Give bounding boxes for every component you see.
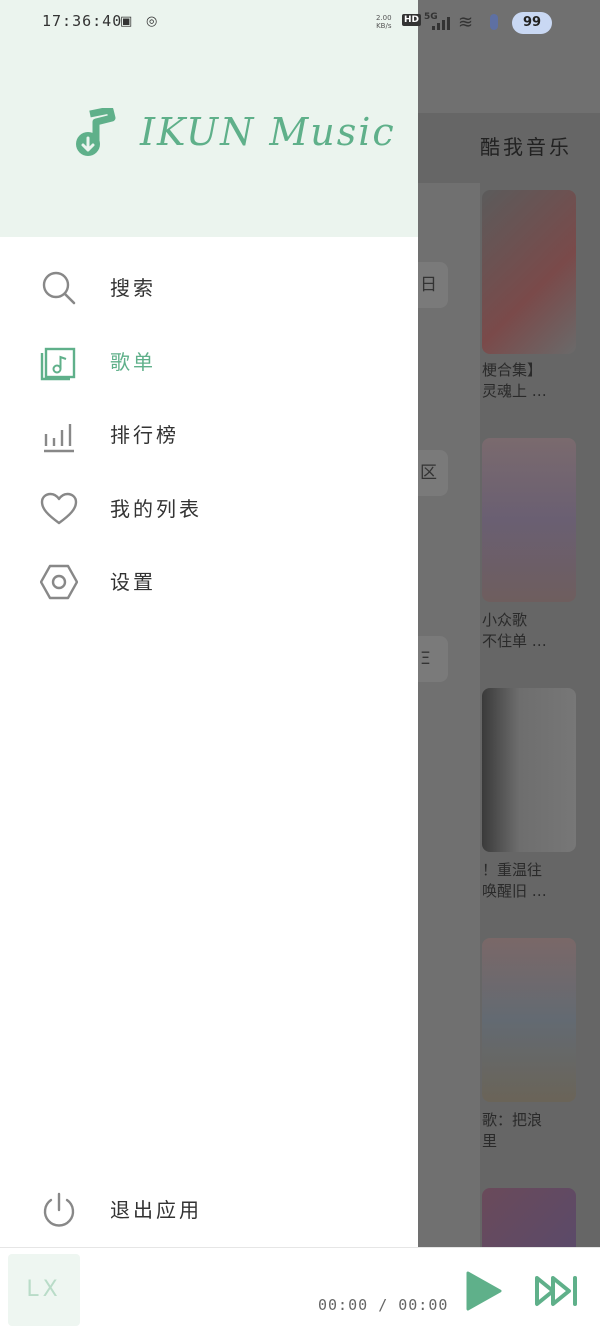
menu-item-label: 搜索	[110, 276, 156, 300]
caption-line: 里	[482, 1132, 498, 1150]
album-cover[interactable]: LX	[8, 1254, 80, 1326]
caption-line: 唤醒旧 …	[482, 882, 547, 900]
caption-line: 歌：把浪	[482, 1111, 543, 1129]
play-icon	[466, 1271, 502, 1311]
playlist-icon	[40, 347, 76, 380]
caption-line: 梗合集】	[482, 361, 543, 379]
background-title: 酷我音乐	[480, 135, 572, 159]
playlist-cover	[482, 190, 576, 354]
power-icon	[43, 1192, 75, 1227]
background-page: 酷我音乐 日 区 Ξ 梗合集】 灵魂上 … 小众歌 不住单 … ！重温往 唤醒旧…	[418, 0, 600, 1333]
play-button[interactable]	[462, 1270, 504, 1312]
notification-music-icon: ◎	[146, 14, 158, 29]
navigation-drawer: IKUN Music 搜索 歌单 排行榜 我的列表 设置 退出应用	[0, 0, 418, 1247]
menu-item-leaderboard[interactable]: 排行榜	[0, 397, 418, 471]
wifi-icon: ≋	[458, 12, 474, 33]
category-chip: 区	[418, 450, 448, 496]
menu-item-label: 设置	[110, 570, 156, 594]
next-track-icon	[535, 1276, 577, 1306]
net-speed-unit: KB/s	[376, 22, 392, 30]
playlist-cover	[482, 438, 576, 602]
caption-line: 灵魂上 …	[482, 382, 547, 400]
status-time: 17:36:40	[42, 12, 123, 30]
app-name: IKUN Music	[140, 110, 396, 154]
notification-cube-icon: ▣	[120, 14, 133, 29]
net-speed-value: 2.00	[376, 14, 392, 22]
playlist-cover	[482, 688, 576, 852]
signal-icon	[432, 16, 452, 30]
playlist-cover	[482, 938, 576, 1102]
net-speed: 2.00 KB/s	[376, 14, 392, 30]
player-bar: LX 00:00 / 00:00	[0, 1247, 600, 1333]
exit-app-button[interactable]: 退出应用	[0, 1172, 418, 1245]
menu-item-playlist[interactable]: 歌单	[0, 324, 418, 398]
leaderboard-icon	[44, 424, 74, 453]
caption-line: 小众歌	[482, 611, 528, 629]
playlist-caption: 梗合集】 灵魂上 …	[482, 360, 600, 402]
bluetooth-icon	[490, 14, 498, 30]
menu-item-search[interactable]: 搜索	[0, 250, 418, 324]
playback-time: 00:00 / 00:00	[318, 1296, 448, 1314]
playlist-caption: 歌：把浪 里	[482, 1110, 600, 1152]
status-bar: 17:36:40 ▣ ◎ 2.00 KB/s HD 5G ≋ 99	[0, 0, 600, 46]
menu-item-settings[interactable]: 设置	[0, 544, 418, 618]
playlist-caption: 小众歌 不住单 …	[482, 610, 600, 652]
category-chip: Ξ	[418, 636, 448, 682]
next-track-button[interactable]	[535, 1274, 579, 1308]
time-separator: /	[378, 1296, 389, 1314]
background-header: 酷我音乐	[418, 113, 600, 183]
category-chip: 日	[418, 262, 448, 308]
current-time: 00:00	[318, 1296, 369, 1314]
caption-line: ！重温往	[482, 861, 543, 879]
hd-badge: HD	[402, 14, 422, 26]
settings-icon	[40, 564, 78, 600]
menu-item-label: 排行榜	[110, 423, 179, 447]
drawer-menu: 搜索 歌单 排行榜 我的列表 设置	[0, 250, 418, 618]
battery-indicator: 99	[512, 12, 552, 34]
search-icon	[42, 271, 76, 305]
exit-label: 退出应用	[110, 1198, 202, 1222]
menu-item-label: 歌单	[110, 349, 156, 374]
total-time: 00:00	[398, 1296, 449, 1314]
playlist-caption: ！重温往 唤醒旧 …	[482, 860, 600, 902]
menu-item-my-list[interactable]: 我的列表	[0, 471, 418, 545]
heart-icon	[40, 492, 78, 524]
caption-line: 不住单 …	[482, 632, 547, 650]
music-note-logo-icon	[76, 108, 116, 156]
menu-item-label: 我的列表	[110, 496, 202, 521]
